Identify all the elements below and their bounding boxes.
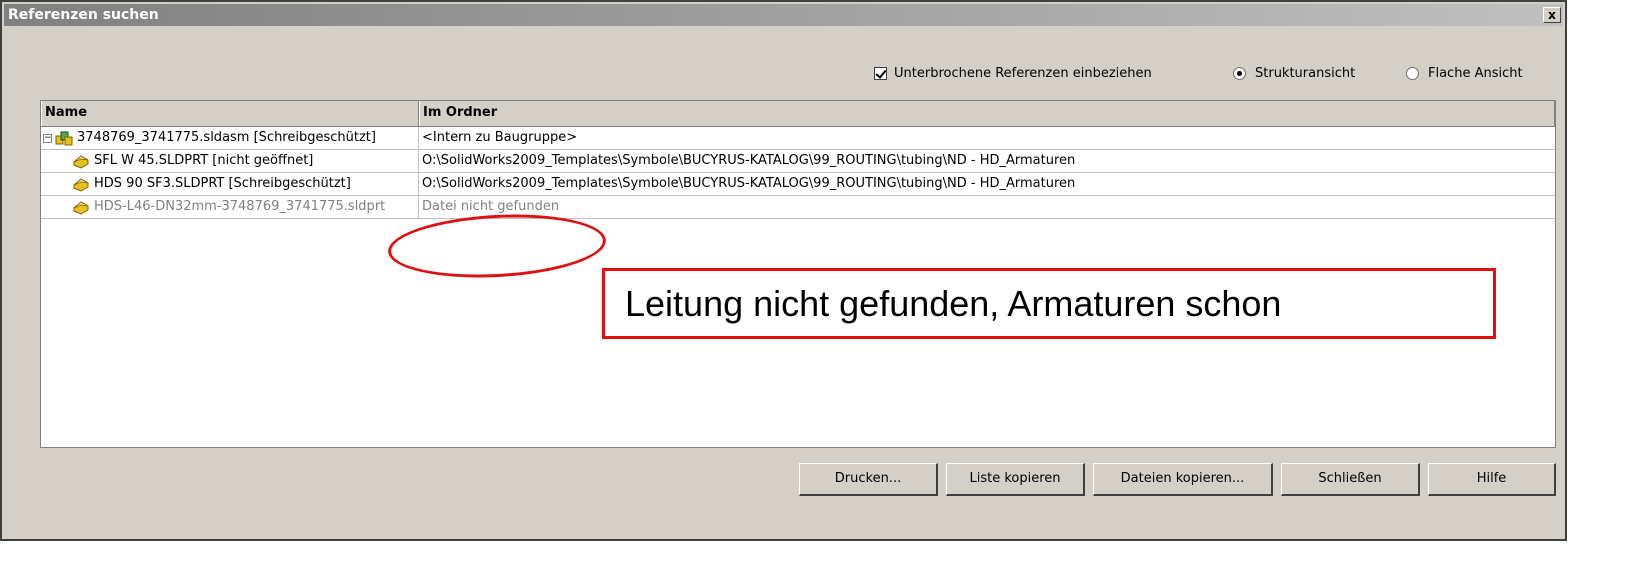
flat-view-radio[interactable] [1406,67,1419,80]
references-dialog: Referenzen suchen x Unterbrochene Refere… [0,0,1567,541]
help-button[interactable]: Hilfe [1428,463,1556,496]
dialog-title: Referenzen suchen [8,7,159,23]
include-broken-refs-label: Unterbrochene Referenzen einbeziehen [894,66,1152,81]
flat-view-label: Flache Ansicht [1428,66,1523,81]
include-broken-refs-checkbox[interactable] [874,67,887,80]
copy-files-button[interactable]: Dateien kopieren... [1093,463,1273,496]
name-cell: SFL W 45.SLDPRT [nicht geöffnet] [41,150,419,172]
annotation-callout: Leitung nicht gefunden, Armaturen schon [602,268,1496,339]
close-icon[interactable]: x [1543,7,1561,23]
table-row[interactable]: − 3748769_3741775.sldasm [Schreibgeschüt… [41,127,1555,150]
table-row[interactable]: HDS-L46-DN32mm-3748769_3741775.sldprt Da… [41,196,1555,219]
row-name: HDS 90 SF3.SLDPRT [Schreibgeschützt] [94,176,351,191]
name-cell: − 3748769_3741775.sldasm [Schreibgeschüt… [41,127,419,149]
title-bar: Referenzen suchen x [4,4,1563,26]
close-button[interactable]: Schließen [1281,463,1420,496]
copy-list-button[interactable]: Liste kopieren [946,463,1085,496]
tree-view-option[interactable]: Strukturansicht [1233,66,1355,81]
table-row[interactable]: SFL W 45.SLDPRT [nicht geöffnet] O:\Soli… [41,150,1555,173]
table-row[interactable]: HDS 90 SF3.SLDPRT [Schreibgeschützt] O:\… [41,173,1555,196]
folder-cell: O:\SolidWorks2009_Templates\Symbole\BUCY… [422,176,1076,191]
column-header-folder[interactable]: Im Ordner [419,101,1555,126]
row-name: HDS-L46-DN32mm-3748769_3741775.sldprt [94,199,386,214]
part-icon [73,155,89,169]
row-name: SFL W 45.SLDPRT [nicht geöffnet] [94,153,314,168]
name-cell: HDS-L46-DN32mm-3748769_3741775.sldprt [41,196,419,218]
flat-view-option[interactable]: Flache Ansicht [1406,66,1523,81]
row-name: 3748769_3741775.sldasm [Schreibgeschützt… [77,130,376,145]
name-cell: HDS 90 SF3.SLDPRT [Schreibgeschützt] [41,173,419,195]
list-header: Name Im Ordner [41,101,1555,127]
folder-cell: O:\SolidWorks2009_Templates\Symbole\BUCY… [422,153,1076,168]
print-button[interactable]: Drucken... [799,463,938,496]
tree-view-radio[interactable] [1233,67,1246,80]
assembly-icon [55,131,73,146]
part-icon [73,201,89,215]
include-broken-refs-option[interactable]: Unterbrochene Referenzen einbeziehen [874,66,1152,81]
collapse-icon[interactable]: − [43,133,52,143]
folder-cell: <Intern zu Baugruppe> [422,130,578,145]
folder-cell: Datei nicht gefunden [422,199,560,214]
part-icon [73,178,89,192]
tree-view-label: Strukturansicht [1255,66,1356,81]
column-header-name[interactable]: Name [41,101,419,126]
